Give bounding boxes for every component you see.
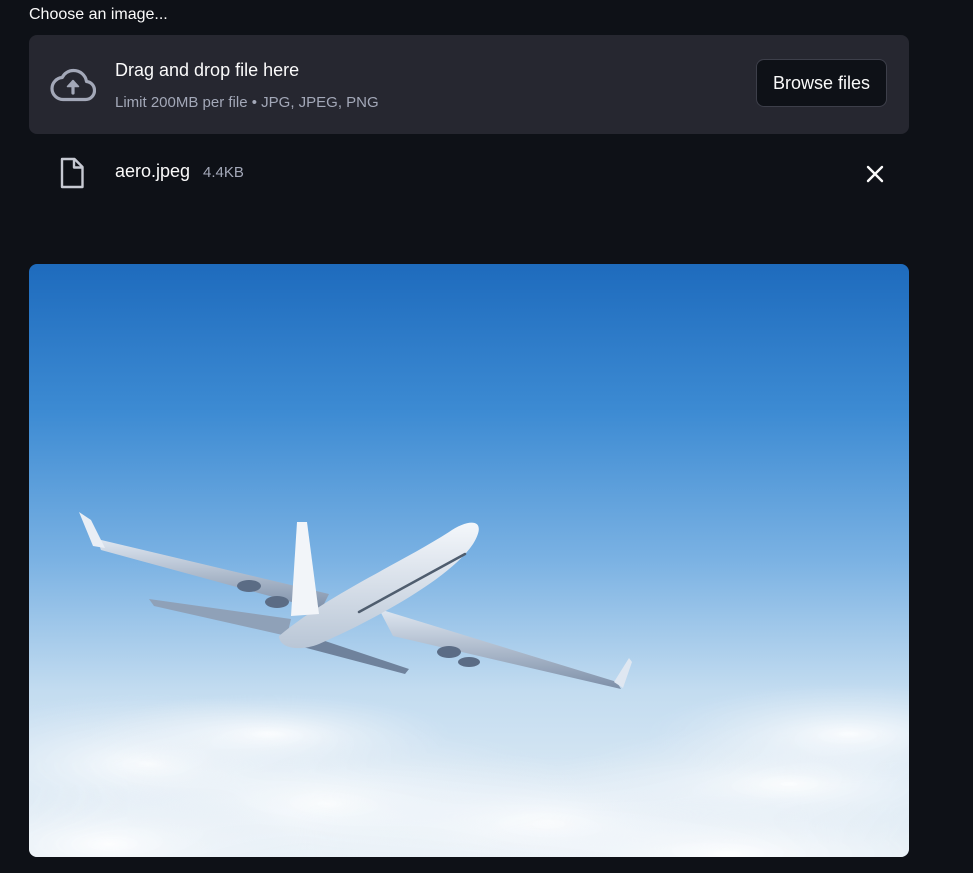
clouds bbox=[29, 684, 909, 857]
dropzone-title: Drag and drop file here bbox=[115, 60, 300, 80]
dropzone-limit-text: Limit 200MB per file • JPG, JPEG, PNG bbox=[115, 94, 379, 111]
uploader-label: Choose an image... bbox=[29, 6, 168, 23]
file-uploader-widget: Choose an image... Drag and drop file he… bbox=[0, 0, 973, 873]
uploaded-file-row: aero.jpeg 4.4KB bbox=[29, 152, 909, 194]
cloud-upload-icon bbox=[50, 68, 96, 102]
browse-files-button[interactable]: Browse files bbox=[756, 59, 887, 107]
airplane-photo bbox=[29, 512, 909, 857]
file-name: aero.jpeg bbox=[115, 161, 191, 181]
dropzone[interactable]: Drag and drop file here Limit 200MB per … bbox=[29, 35, 909, 134]
file-size: 4.4KB bbox=[203, 164, 244, 181]
airplane bbox=[79, 512, 632, 689]
close-icon[interactable] bbox=[864, 163, 886, 185]
image-preview bbox=[29, 264, 909, 857]
file-icon bbox=[60, 157, 84, 189]
